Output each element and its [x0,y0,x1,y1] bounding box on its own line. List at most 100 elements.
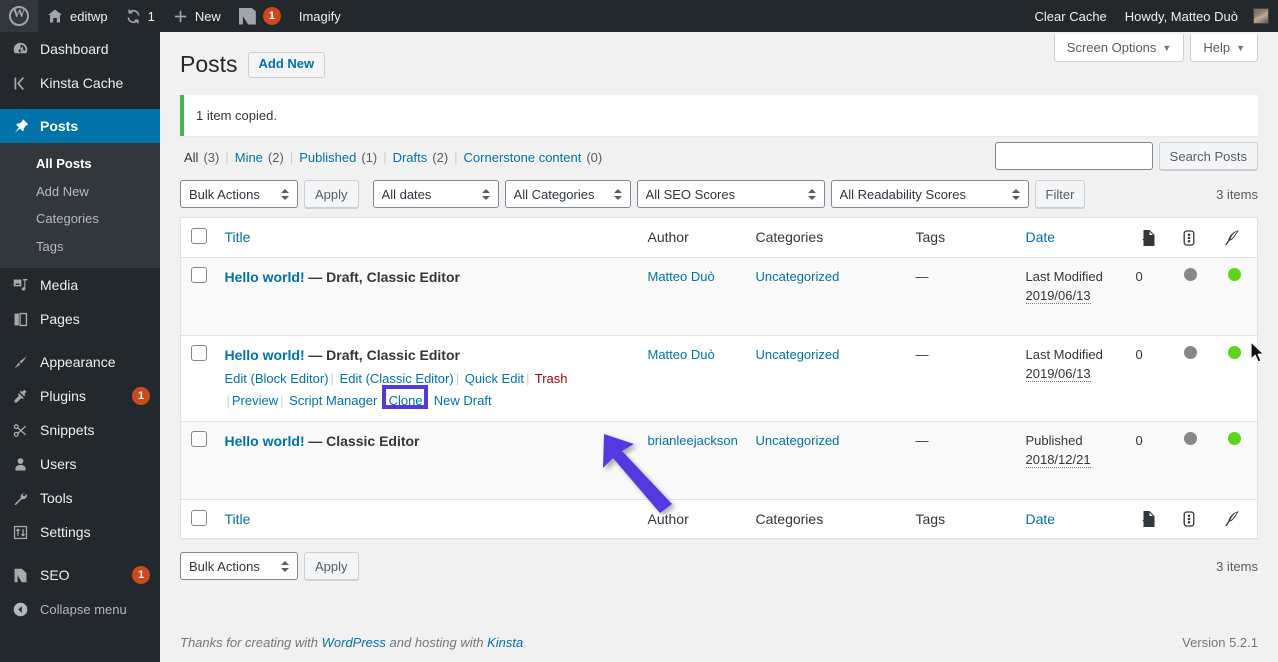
add-new-post-button[interactable]: Add New [248,52,326,78]
search-posts-button[interactable]: Search Posts [1159,142,1258,170]
bulk-actions-select-bottom[interactable]: Bulk Actions [180,552,298,580]
row-action-script-manager[interactable]: Script Manager [289,393,377,408]
admin-bar-site-name[interactable]: editwp [38,0,117,32]
view-link-published[interactable]: Published [299,150,356,165]
sidebar-item-users[interactable]: Users [0,447,160,481]
admin-bar: editwp 1 New 1 Imagify Clear Cache Howdy… [0,0,1278,32]
category-link[interactable]: Uncategorized [756,433,840,448]
category-link[interactable]: Uncategorized [756,269,840,284]
post-title-link[interactable]: Hello world! [225,269,305,285]
apply-bulk-actions-button[interactable]: Apply [304,180,359,208]
sidebar-item-posts[interactable]: Posts [0,109,160,143]
sort-by-title-link[interactable]: Title [225,229,251,245]
filter-button[interactable]: Filter [1035,180,1086,208]
sidebar-item-label: Plugins [40,388,122,404]
wrench-icon [10,488,30,508]
sidebar-item-snippets[interactable]: Snippets [0,413,160,447]
row-action-preview[interactable]: Preview [232,393,278,408]
help-button[interactable]: Help ▼ [1190,34,1258,62]
select-all-checkbox-top[interactable] [191,228,207,244]
view-count-cornerstone-content: (0) [581,150,602,165]
admin-bar-updates[interactable]: 1 [117,0,164,32]
readability-dot[interactable] [1228,268,1241,281]
row-checkbox[interactable] [191,431,207,447]
readability-filter-select[interactable]: All Readability Scores [831,180,1029,208]
sort-by-date-link-bottom[interactable]: Date [1026,511,1056,527]
column-header-date: Date [1016,218,1128,257]
sidebar-item-kinsta-cache[interactable]: Kinsta Cache [0,66,160,100]
column-header-readability [1212,218,1258,257]
admin-bar-new-content[interactable]: New [164,0,230,32]
table-row: Hello world! — Draft, Classic Editor Edi… [181,335,1258,421]
updates-count: 1 [148,9,155,24]
post-title-link[interactable]: Hello world! [225,347,305,363]
category-filter-select[interactable]: All Categories [505,180,631,208]
sidebar-item-seo[interactable]: SEO 1 [0,558,160,592]
footer-version: Version 5.2.1 [1182,635,1258,650]
admin-bar-clear-cache[interactable]: Clear Cache [1026,0,1116,32]
sidebar-item-add-new[interactable]: Add New [0,178,160,206]
sidebar-item-appearance[interactable]: Appearance [0,345,160,379]
readability-dot[interactable] [1228,432,1241,445]
sidebar-item-settings[interactable]: Settings [0,515,160,549]
sidebar-item-plugins[interactable]: Plugins 1 [0,379,160,413]
admin-bar-imagify[interactable]: Imagify [290,0,350,32]
sidebar-item-media[interactable]: Media [0,268,160,302]
date-filter-select[interactable]: All dates [373,180,499,208]
yoast-notification-count: 1 [263,7,281,25]
sidebar-item-tags[interactable]: Tags [0,233,160,261]
screen-options-button[interactable]: Screen Options ▼ [1054,34,1185,62]
row-select-cell [181,257,215,335]
sort-by-date-link[interactable]: Date [1026,229,1056,245]
seo-score-dot[interactable] [1184,346,1197,359]
author-link[interactable]: brianleejackson [648,433,738,448]
row-action-new-draft[interactable]: New Draft [434,393,492,408]
chevron-left-circle-icon [10,599,30,619]
view-link-mine[interactable]: Mine [235,150,263,165]
row-action-trash[interactable]: Trash [535,371,568,386]
kinsta-link[interactable]: Kinsta [487,635,523,650]
apply-bulk-actions-button-bottom[interactable]: Apply [304,552,359,580]
author-link[interactable]: Matteo Duò [648,269,715,284]
sidebar-item-label: Pages [40,311,150,327]
readability-filter-select-wrap: All Readability Scores [831,180,1029,208]
row-action-quick-edit[interactable]: Quick Edit [465,371,524,386]
admin-bar-wp-logo[interactable] [0,0,38,32]
sidebar-item-tools[interactable]: Tools [0,481,160,515]
seo-score-dot[interactable] [1184,432,1197,445]
row-categories-cell: Uncategorized [746,257,906,335]
duplicate-post-icon [1138,228,1158,244]
row-readability-cell [1212,257,1258,335]
search-input[interactable] [995,142,1153,170]
author-link[interactable]: Matteo Duò [648,347,715,362]
row-action-edit-block-editor[interactable]: Edit (Block Editor) [225,371,329,386]
sidebar-item-pages[interactable]: Pages [0,302,160,336]
view-link-all[interactable]: All [184,150,198,165]
row-checkbox[interactable] [191,267,207,283]
readability-dot[interactable] [1228,346,1241,359]
view-link-cornerstone-content[interactable]: Cornerstone content [464,150,582,165]
sidebar-item-all-posts[interactable]: All Posts [0,150,160,178]
seo-score-filter-select[interactable]: All SEO Scores [637,180,825,208]
bulk-actions-select[interactable]: Bulk Actions [180,180,298,208]
admin-sidebar-menu: Dashboard Kinsta Cache Posts All Posts A… [0,32,160,662]
seo-score-dot[interactable] [1184,268,1197,281]
wordpress-link[interactable]: WordPress [322,635,386,650]
row-action-edit-classic-editor[interactable]: Edit (Classic Editor) [340,371,454,386]
sidebar-item-categories[interactable]: Categories [0,205,160,233]
yoast-icon [239,8,256,25]
row-action-clone[interactable]: Clone [389,393,423,408]
view-link-drafts[interactable]: Drafts [393,150,428,165]
row-date-cell: Last Modified 2019/06/13 [1016,257,1128,335]
category-link[interactable]: Uncategorized [756,347,840,362]
sidebar-item-dashboard[interactable]: Dashboard [0,32,160,66]
admin-bar-my-account[interactable]: Howdy, Matteo Duò [1116,0,1278,32]
row-checkbox[interactable] [191,345,207,361]
select-all-checkbox-bottom[interactable] [191,510,207,526]
admin-bar-yoast-seo[interactable]: 1 [230,0,290,32]
collapse-menu-button[interactable]: Collapse menu [0,592,160,626]
sort-by-title-link-bottom[interactable]: Title [225,511,251,527]
post-title-link[interactable]: Hello world! [225,433,305,449]
imagify-label: Imagify [299,9,341,24]
row-duplicate-count-cell: 0 [1128,257,1170,335]
